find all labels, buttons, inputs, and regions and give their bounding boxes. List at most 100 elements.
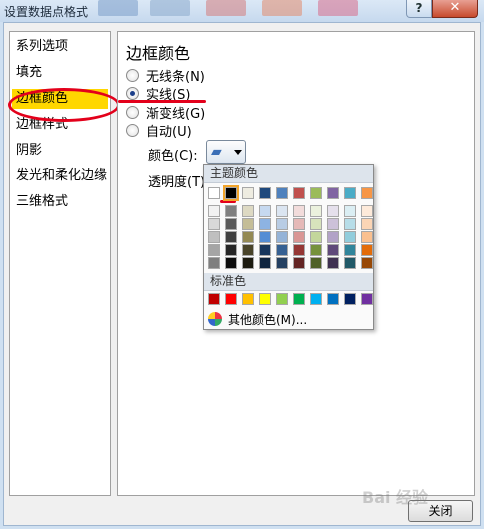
color-swatch[interactable]: [276, 293, 288, 305]
more-colors-label: 其他颜色(M)...: [228, 312, 308, 327]
color-swatch[interactable]: [225, 231, 237, 243]
nav-item-3d-format[interactable]: 三维格式: [16, 192, 68, 212]
category-list: 系列选项 填充 边框颜色 边框样式 阴影 发光和柔化边缘 三维格式: [8, 31, 120, 496]
color-swatch[interactable]: [361, 244, 373, 256]
color-swatch[interactable]: [276, 231, 288, 243]
more-colors-item[interactable]: 其他颜色(M)...: [208, 311, 307, 327]
background-ribbon-button: [98, 0, 138, 16]
radio-icon[interactable]: [126, 68, 139, 82]
color-swatch[interactable]: [259, 187, 271, 199]
color-swatch[interactable]: [344, 205, 356, 217]
color-swatch[interactable]: [344, 257, 356, 269]
nav-item-shadow[interactable]: 阴影: [16, 141, 42, 161]
color-swatch[interactable]: [361, 293, 373, 305]
color-swatch[interactable]: [242, 257, 254, 269]
color-swatch[interactable]: [344, 293, 356, 305]
color-swatch[interactable]: [344, 244, 356, 256]
option-label: 渐变线(G): [146, 106, 206, 122]
color-swatch[interactable]: [327, 244, 339, 256]
color-swatch[interactable]: [225, 293, 237, 305]
color-swatch[interactable]: [327, 231, 339, 243]
no-line-option[interactable]: 无线条(N): [126, 66, 205, 85]
color-swatch[interactable]: [242, 231, 254, 243]
color-swatch[interactable]: [327, 257, 339, 269]
color-swatch[interactable]: [242, 205, 254, 217]
nav-item-glow-soft-edges[interactable]: 发光和柔化边缘: [16, 166, 107, 186]
color-swatch[interactable]: [242, 187, 254, 199]
color-swatch[interactable]: [293, 293, 305, 305]
color-swatch[interactable]: [208, 231, 220, 243]
color-swatch[interactable]: [344, 187, 356, 199]
color-swatch[interactable]: [223, 185, 239, 201]
color-swatch[interactable]: [310, 218, 322, 230]
color-swatch[interactable]: [327, 205, 339, 217]
automatic-option[interactable]: 自动(U): [126, 121, 192, 140]
nav-item-fill[interactable]: 填充: [16, 63, 42, 83]
close-button[interactable]: 关闭: [408, 500, 473, 522]
color-swatch[interactable]: [276, 257, 288, 269]
background-ribbon-button: [150, 0, 190, 16]
nav-item-border-color[interactable]: 边框颜色: [12, 89, 108, 109]
option-label: 无线条(N): [146, 69, 205, 85]
transparency-label: 透明度(T):: [148, 175, 210, 190]
window-title: 设置数据点格式: [4, 5, 89, 19]
color-swatch[interactable]: [259, 231, 271, 243]
color-swatch[interactable]: [242, 244, 254, 256]
color-swatch[interactable]: [293, 244, 305, 256]
color-swatch[interactable]: [259, 205, 271, 217]
color-swatch[interactable]: [361, 205, 373, 217]
color-picker-button[interactable]: ▰: [206, 140, 246, 164]
color-swatch[interactable]: [293, 218, 305, 230]
color-swatch[interactable]: [259, 257, 271, 269]
color-swatch[interactable]: [276, 244, 288, 256]
color-swatch[interactable]: [208, 257, 220, 269]
color-swatch[interactable]: [361, 257, 373, 269]
color-swatch[interactable]: [293, 187, 305, 199]
color-swatch[interactable]: [208, 218, 220, 230]
color-swatch[interactable]: [327, 293, 339, 305]
window-close-button[interactable]: ✕: [432, 0, 478, 18]
nav-item-series-options[interactable]: 系列选项: [16, 37, 68, 57]
color-swatch[interactable]: [344, 231, 356, 243]
color-swatch[interactable]: [293, 257, 305, 269]
color-swatch[interactable]: [310, 293, 322, 305]
color-swatch[interactable]: [310, 257, 322, 269]
color-swatch[interactable]: [225, 218, 237, 230]
color-swatch[interactable]: [225, 257, 237, 269]
color-swatch[interactable]: [361, 231, 373, 243]
color-swatch[interactable]: [259, 244, 271, 256]
color-swatch[interactable]: [310, 244, 322, 256]
color-swatch[interactable]: [208, 205, 220, 217]
color-swatch[interactable]: [310, 231, 322, 243]
color-swatch[interactable]: [208, 244, 220, 256]
color-swatch[interactable]: [225, 244, 237, 256]
radio-icon[interactable]: [126, 105, 139, 119]
color-swatch[interactable]: [344, 218, 356, 230]
gradient-line-option[interactable]: 渐变线(G): [126, 103, 206, 122]
background-ribbon-button: [262, 0, 302, 16]
color-swatch[interactable]: [327, 187, 339, 199]
color-swatch[interactable]: [293, 205, 305, 217]
color-swatch[interactable]: [276, 187, 288, 199]
standard-colors-header: 标准色: [204, 273, 373, 291]
color-swatch[interactable]: [225, 205, 237, 217]
color-swatch[interactable]: [327, 218, 339, 230]
color-swatch[interactable]: [276, 205, 288, 217]
color-swatch[interactable]: [208, 293, 220, 305]
color-swatch[interactable]: [310, 205, 322, 217]
color-swatch[interactable]: [259, 218, 271, 230]
radio-checked-icon[interactable]: [126, 86, 139, 100]
radio-icon[interactable]: [126, 123, 139, 137]
color-swatch[interactable]: [242, 218, 254, 230]
color-swatch[interactable]: [242, 293, 254, 305]
color-swatch[interactable]: [361, 218, 373, 230]
help-button[interactable]: ?: [406, 0, 432, 18]
color-swatch[interactable]: [293, 231, 305, 243]
color-swatch[interactable]: [276, 218, 288, 230]
color-swatch[interactable]: [310, 187, 322, 199]
paint-bucket-icon: ▰: [211, 144, 222, 160]
nav-item-border-style[interactable]: 边框样式: [16, 115, 68, 135]
color-swatch[interactable]: [208, 187, 220, 199]
color-swatch[interactable]: [361, 187, 373, 199]
color-swatch[interactable]: [259, 293, 271, 305]
